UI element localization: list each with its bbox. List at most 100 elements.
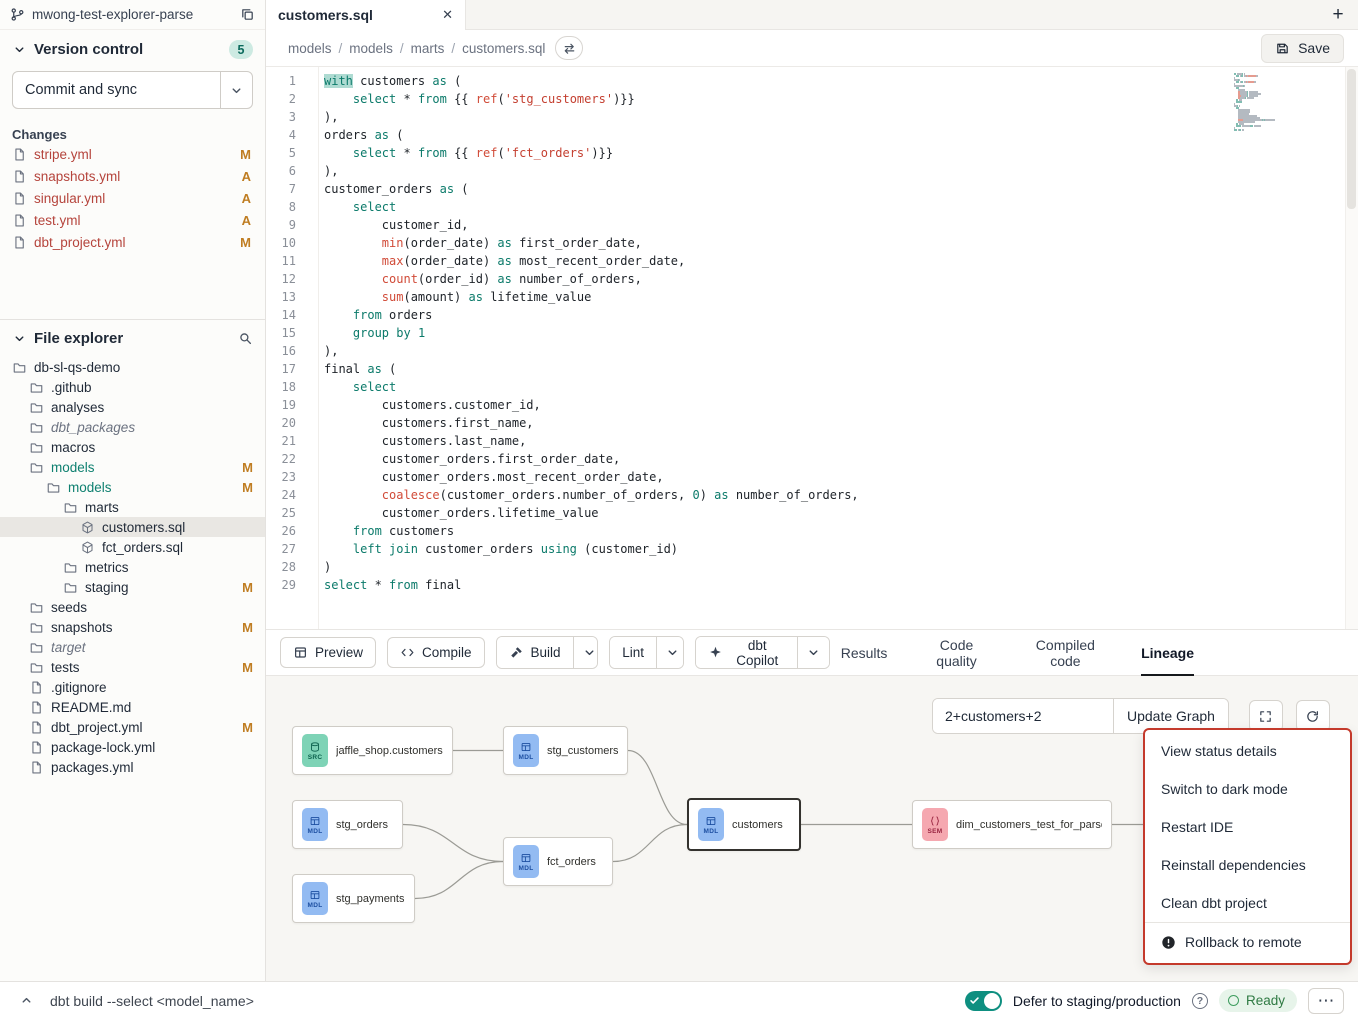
tree-item-models[interactable]: modelsM [0,477,265,497]
preview-button[interactable]: Preview [280,637,376,668]
code-line[interactable]: 1with customers as ( [266,72,1358,90]
code-line[interactable]: 27 left join customer_orders using (cust… [266,540,1358,558]
code-line[interactable]: 15 group by 1 [266,324,1358,342]
scrollbar-thumb[interactable] [1347,69,1356,209]
tree-item-seeds[interactable]: seeds [0,597,265,617]
build-dropdown-button[interactable] [573,637,599,668]
code-line[interactable]: 14 from orders [266,306,1358,324]
code-editor[interactable]: 1with customers as (2 select * from {{ r… [266,67,1358,629]
breadcrumb-item-models[interactable]: models [288,41,332,56]
commit-dropdown-button[interactable] [220,72,252,108]
code-line[interactable]: 2 select * from {{ ref('stg_customers')}… [266,90,1358,108]
file-actions-button[interactable] [555,36,583,60]
lineage-selector-input[interactable] [933,699,1113,733]
code-line[interactable]: 6), [266,162,1358,180]
tab-customers-sql[interactable]: customers.sql ✕ [266,0,466,30]
new-tab-button[interactable]: + [1318,0,1358,29]
breadcrumb-item-marts[interactable]: marts [411,41,445,56]
lineage-node-jaffle-shop-customers[interactable]: SRCjaffle_shop.customers [292,726,453,775]
changed-file-test-yml[interactable]: test.ymlA [12,210,253,230]
tree-item-analyses[interactable]: analyses [0,397,265,417]
changed-file-dbt-project-yml[interactable]: dbt_project.ymlM [12,232,253,252]
menu-item-rollback-to-remote[interactable]: Rollback to remote [1145,922,1350,961]
save-button[interactable]: Save [1261,34,1344,63]
lineage-node-stg-payments[interactable]: MDLstg_payments [292,874,415,923]
code-line[interactable]: 28) [266,558,1358,576]
copilot-dropdown-button[interactable] [797,637,829,668]
search-icon[interactable] [238,331,253,346]
code-line[interactable]: 13 sum(amount) as lifetime_value [266,288,1358,306]
chevron-down-icon[interactable] [12,42,27,57]
lint-dropdown-button[interactable] [656,637,684,668]
lineage-node-customers[interactable]: MDLcustomers [687,798,801,851]
tree-item-tests[interactable]: testsM [0,657,265,677]
code-line[interactable]: 26 from customers [266,522,1358,540]
tree-item-gitignore[interactable]: .gitignore [0,677,265,697]
code-line[interactable]: 20 customers.first_name, [266,414,1358,432]
tree-item-models[interactable]: modelsM [0,457,265,477]
tree-item-readme-md[interactable]: README.md [0,697,265,717]
tree-item-package-lock-yml[interactable]: package-lock.yml [0,737,265,757]
code-line[interactable]: 10 min(order_date) as first_order_date, [266,234,1358,252]
code-line[interactable]: 12 count(order_id) as number_of_orders, [266,270,1358,288]
editor-scrollbar[interactable] [1345,67,1358,629]
panel-tab-code-quality[interactable]: Code quality [923,630,989,675]
lineage-node-stg-orders[interactable]: MDLstg_orders [292,800,403,849]
tree-item-db-sl-qs-demo[interactable]: db-sl-qs-demo [0,357,265,377]
panel-tab-results[interactable]: Results [841,630,888,675]
copy-icon[interactable] [240,7,255,22]
code-line[interactable]: 16), [266,342,1358,360]
tree-item-dbt-packages[interactable]: dbt_packages [0,417,265,437]
tree-item-snapshots[interactable]: snapshotsM [0,617,265,637]
tree-item-staging[interactable]: stagingM [0,577,265,597]
menu-item-clean-dbt-project[interactable]: Clean dbt project [1145,884,1350,922]
tree-item-target[interactable]: target [0,637,265,657]
branch-selector[interactable]: mwong-test-explorer-parse [0,0,265,30]
tree-item-github[interactable]: .github [0,377,265,397]
code-line[interactable]: 5 select * from {{ ref('fct_orders')}} [266,144,1358,162]
breadcrumb-item-customers-sql[interactable]: customers.sql [462,41,545,56]
menu-item-reinstall-dependencies[interactable]: Reinstall dependencies [1145,846,1350,884]
code-line[interactable]: 19 customers.customer_id, [266,396,1358,414]
chevron-down-icon[interactable] [12,331,27,346]
defer-toggle[interactable] [965,991,1002,1011]
code-line[interactable]: 25 customer_orders.lifetime_value [266,504,1358,522]
tree-item-macros[interactable]: macros [0,437,265,457]
code-line[interactable]: 8 select [266,198,1358,216]
tree-item-packages-yml[interactable]: packages.yml [0,757,265,777]
code-line[interactable]: 4orders as ( [266,126,1358,144]
commit-and-sync-button[interactable]: Commit and sync [13,72,220,108]
lineage-node-stg-customers[interactable]: MDLstg_customers [503,726,628,775]
changed-file-stripe-yml[interactable]: stripe.ymlM [12,144,253,164]
tree-item-fct-orders-sql[interactable]: fct_orders.sql [0,537,265,557]
panel-tab-compiled-code[interactable]: Compiled code [1026,630,1105,675]
code-line[interactable]: 7customer_orders as ( [266,180,1358,198]
menu-item-switch-to-dark-mode[interactable]: Switch to dark mode [1145,770,1350,808]
lineage-node-fct-orders[interactable]: MDLfct_orders [503,837,613,886]
lineage-node-dim-customers-test-for-parse[interactable]: SEMdim_customers_test_for_parse [912,800,1112,849]
code-line[interactable]: 24 coalesce(customer_orders.number_of_or… [266,486,1358,504]
build-button[interactable]: Build [497,637,573,668]
code-line[interactable]: 11 max(order_date) as most_recent_order_… [266,252,1358,270]
tree-item-marts[interactable]: marts [0,497,265,517]
help-icon[interactable]: ? [1192,993,1208,1009]
code-line[interactable]: 18 select [266,378,1358,396]
panel-tab-lineage[interactable]: Lineage [1141,630,1194,675]
changed-file-snapshots-yml[interactable]: snapshots.ymlA [12,166,253,186]
minimap[interactable] [1234,73,1292,131]
code-line[interactable]: 17final as ( [266,360,1358,378]
menu-item-view-status-details[interactable]: View status details [1145,732,1350,770]
menu-item-restart-ide[interactable]: Restart IDE [1145,808,1350,846]
code-line[interactable]: 21 customers.last_name, [266,432,1358,450]
tree-item-customers-sql[interactable]: customers.sql [0,517,265,537]
close-icon[interactable]: ✕ [442,7,453,23]
more-options-button[interactable]: ⋯ [1308,988,1344,1014]
code-line[interactable]: 29select * from final [266,576,1358,594]
expand-panel-button[interactable] [14,989,38,1013]
code-line[interactable]: 22 customer_orders.first_order_date, [266,450,1358,468]
tree-item-metrics[interactable]: metrics [0,557,265,577]
command-hint[interactable]: dbt build --select <model_name> [50,993,254,1009]
code-line[interactable]: 3), [266,108,1358,126]
code-line[interactable]: 9 customer_id, [266,216,1358,234]
lint-button[interactable]: Lint [610,637,656,668]
